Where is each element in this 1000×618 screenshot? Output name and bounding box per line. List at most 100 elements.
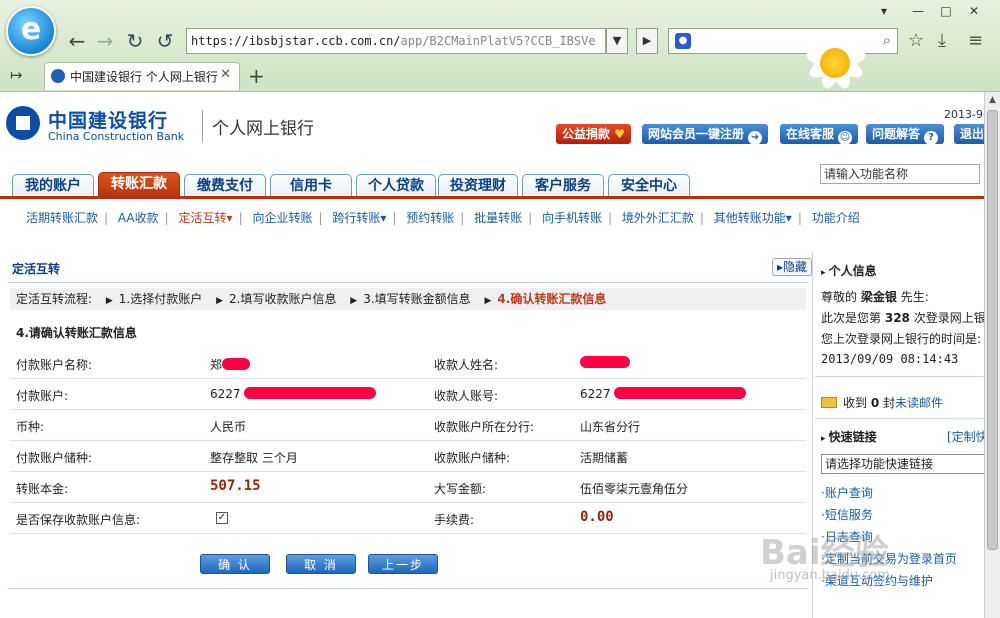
step-arrow-icon: ▶ bbox=[216, 296, 223, 306]
quick-link-item[interactable]: ·账户查询 bbox=[821, 484, 873, 501]
customize-link[interactable]: [定制快 bbox=[947, 428, 984, 445]
browser-tab[interactable]: 中国建设银行 个人网上银行 ✕ bbox=[44, 62, 240, 90]
cancel-button[interactable]: 取 消 bbox=[286, 554, 356, 574]
logo-divider bbox=[202, 110, 203, 142]
currency-label: 币种: bbox=[16, 420, 45, 434]
paw-icon[interactable]: ● bbox=[675, 33, 691, 49]
tab-customer-service[interactable]: 客户服务 bbox=[522, 174, 604, 198]
shirt-icon[interactable]: ▾ bbox=[872, 2, 896, 20]
hide-button[interactable]: ▸隐藏 bbox=[772, 258, 813, 276]
tab-personal-loan[interactable]: 个人贷款 bbox=[356, 174, 436, 198]
step-arrow-icon: ▶ bbox=[484, 296, 492, 306]
subnav-function-intro[interactable]: 功能介绍 bbox=[812, 209, 860, 226]
subnav-batch-transfer[interactable]: 批量转账 bbox=[474, 209, 522, 226]
browser-chrome: e ← → ↻ ↺ https://ibsbjstar.ccb.com.cn/a… bbox=[0, 0, 1000, 92]
vertical-scrollbar[interactable]: ▲ bbox=[984, 92, 1000, 618]
online-service-button[interactable]: 在线客服 ☺ bbox=[780, 124, 859, 145]
bank-name-en: China Construction Bank bbox=[48, 130, 185, 143]
payee-deposit-type-label: 收款账户储种: bbox=[434, 451, 511, 465]
section-title: 4.请确认转账汇款信息 bbox=[16, 326, 137, 340]
faq-button[interactable]: 问题解答? bbox=[866, 124, 945, 145]
fee-label: 手续费: bbox=[434, 513, 475, 527]
logout-button[interactable]: 退出 bbox=[954, 124, 984, 144]
arrow-icon: ➜ bbox=[748, 131, 763, 145]
form-row: 付款账户名称: 郑 收款人姓名: bbox=[10, 348, 806, 379]
greeting: 尊敬的 梁金银 先生: bbox=[821, 290, 929, 304]
quick-link-item[interactable]: ·短信服务 bbox=[821, 506, 873, 523]
subnav-fixed-current-transfer[interactable]: 定活互转▾ bbox=[179, 209, 233, 226]
star-icon[interactable]: ☆ bbox=[908, 30, 924, 51]
undo-icon[interactable]: ↺ bbox=[154, 30, 176, 52]
login-count: 此次是您第 328 次登录网上银 bbox=[821, 311, 984, 325]
bank-name-cn: 中国建设银行 bbox=[48, 110, 169, 132]
menu-icon[interactable]: ≡ bbox=[968, 30, 983, 51]
unread-mail-link[interactable]: 未读邮件 bbox=[895, 396, 943, 410]
quick-link-select[interactable]: 请选择功能快速链接 bbox=[821, 454, 984, 474]
close-tab-icon[interactable]: ✕ bbox=[220, 67, 231, 82]
tab-my-account[interactable]: 我的账户 bbox=[12, 174, 94, 198]
principal-value: 507.15 bbox=[210, 478, 261, 494]
payer-name-label: 付款账户名称: bbox=[16, 358, 93, 372]
tab-credit-card[interactable]: 信用卡 bbox=[270, 174, 352, 198]
go-arrow-icon[interactable]: ▶ bbox=[636, 28, 658, 54]
subnav-current-transfer[interactable]: 活期转账汇款 bbox=[26, 209, 98, 226]
subnav-other-transfer[interactable]: 其他转账功能▾ bbox=[714, 209, 792, 226]
payer-deposit-type-label: 付款账户储种: bbox=[16, 451, 93, 465]
scroll-up-icon[interactable]: ▲ bbox=[985, 92, 1000, 108]
dropdown-icon[interactable]: ▼ bbox=[606, 28, 628, 54]
confirm-button[interactable]: 确 认 bbox=[200, 554, 270, 574]
form-row: 转账本金: 507.15 大写金额: 伍佰零柒元壹角伍分 bbox=[10, 472, 806, 503]
subnav-scheduled-transfer[interactable]: 预约转账 bbox=[406, 209, 454, 226]
payer-name-value: 郑 bbox=[210, 356, 251, 373]
ccb-logo-icon bbox=[6, 106, 40, 140]
tab-transfer[interactable]: 转账汇款 bbox=[98, 172, 180, 198]
payee-deposit-type-value: 活期储蓄 bbox=[580, 451, 629, 465]
step-3: 3.填写转账金额信息 bbox=[363, 292, 471, 306]
mail-icon bbox=[821, 397, 837, 408]
url-host: https://ibsbjstar.ccb.com.cn/ bbox=[191, 34, 401, 48]
previous-step-button[interactable]: 上一步 bbox=[368, 554, 438, 574]
step-1: 1.选择付款账户 bbox=[118, 292, 203, 306]
sub-navigation: 活期转账汇款 | AA收款 | 定活互转▾ | 向企业转账 | 跨行转账▾ | 预约转账 |… bbox=[26, 209, 860, 226]
charity-donation-button[interactable]: 公益捐款 ♥ bbox=[556, 124, 631, 144]
sidebar-toggle-icon[interactable]: ↦ bbox=[10, 66, 23, 84]
scroll-thumb[interactable] bbox=[987, 110, 998, 550]
maximize-icon[interactable]: □ bbox=[934, 2, 958, 20]
current-date: 2013-9- bbox=[944, 108, 984, 121]
tab-investment[interactable]: 投资理财 bbox=[438, 174, 518, 198]
payee-name-value bbox=[580, 356, 630, 370]
close-window-icon[interactable]: ✕ bbox=[962, 2, 986, 20]
url-path: app/B2CMainPlatV5?CCB_IBSVe bbox=[400, 34, 596, 48]
forward-arrow-icon[interactable]: → bbox=[94, 30, 116, 52]
reload-icon[interactable]: ↻ bbox=[124, 30, 146, 52]
save-payee-label: 是否保存收款账户信息: bbox=[16, 513, 141, 527]
decorative-flower bbox=[770, 18, 890, 90]
payee-account-value: 6227 bbox=[580, 387, 747, 401]
process-steps: 定活互转流程: ▶ 1.选择付款账户 ▶ 2.填写收款账户信息 ▶ 3.填写转账金额信… bbox=[10, 288, 806, 310]
tab-title: 中国建设银行 个人网上银行 bbox=[70, 70, 218, 84]
currency-value: 人民币 bbox=[210, 420, 247, 434]
minimize-icon[interactable]: — bbox=[906, 2, 930, 20]
new-tab-icon[interactable]: + bbox=[248, 64, 265, 88]
browser-logo-icon[interactable]: e bbox=[6, 6, 56, 56]
subnav-overseas-remittance[interactable]: 境外外汇汇款 bbox=[622, 209, 694, 226]
form-row: 付款账户: 6227 收款人账号: 6227 bbox=[10, 379, 806, 410]
form-row: 币种: 人民币 收款账户所在分行: 山东省分行 bbox=[10, 410, 806, 441]
subnav-interbank-transfer[interactable]: 跨行转账▾ bbox=[332, 209, 386, 226]
question-icon: ? bbox=[924, 131, 939, 145]
function-search-input[interactable]: 请输入功能名称 bbox=[820, 164, 980, 184]
subnav-company-transfer[interactable]: 向企业转账 bbox=[252, 209, 312, 226]
quick-links-title: ▸ 快速链接 bbox=[821, 430, 877, 444]
download-icon[interactable]: ⤓ bbox=[938, 30, 946, 51]
member-register-button[interactable]: 网站会员一键注册 ➜ bbox=[642, 124, 769, 145]
tab-security-center[interactable]: 安全中心 bbox=[608, 174, 690, 198]
chat-icon: ☺ bbox=[838, 131, 853, 145]
subnav-mobile-transfer[interactable]: 向手机转账 bbox=[542, 209, 602, 226]
tab-payment[interactable]: 缴费支付 bbox=[184, 174, 266, 198]
save-payee-checkbox[interactable]: ✓ bbox=[216, 512, 228, 524]
subnav-aa-collection[interactable]: AA收款 bbox=[118, 209, 159, 226]
back-arrow-icon[interactable]: ← bbox=[66, 30, 88, 52]
address-bar[interactable]: https://ibsbjstar.ccb.com.cn/app/B2CMain… bbox=[186, 28, 606, 54]
amount-in-words-value: 伍佰零柒元壹角伍分 bbox=[580, 482, 689, 496]
personal-info-title: ▸ 个人信息 bbox=[821, 264, 877, 278]
